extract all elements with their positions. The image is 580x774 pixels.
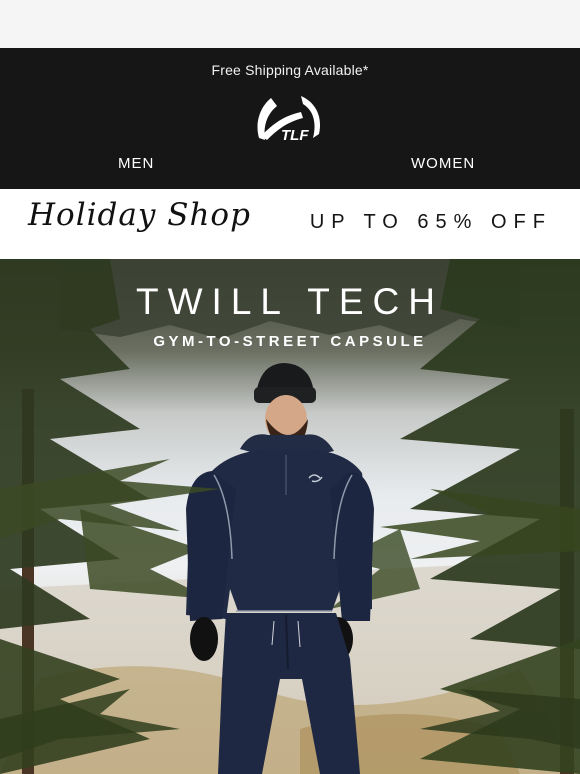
nav-men-link[interactable]: MEN (118, 155, 154, 172)
tlf-logo-icon[interactable]: TLF (253, 94, 327, 146)
nav-women-link[interactable]: WOMEN (411, 155, 475, 172)
discount-text: UP TO 65% OFF (309, 211, 552, 233)
top-spacer (0, 0, 580, 48)
email-header: Free Shipping Available* TLF MEN WOMEN (0, 48, 580, 189)
holiday-promo-banner[interactable]: Holiday Shop UP TO 65% OFF (0, 189, 580, 259)
hero-subtitle: GYM-TO-STREET CAPSULE (153, 333, 427, 350)
shipping-notice: Free Shipping Available* (211, 62, 369, 78)
logo-text: TLF (281, 127, 309, 144)
hero-banner[interactable]: TWILL TECH GYM-TO-STREET CAPSULE (0, 259, 580, 774)
hero-title: TWILL TECH (136, 281, 444, 322)
holiday-shop-script: Holiday Shop (28, 197, 251, 233)
